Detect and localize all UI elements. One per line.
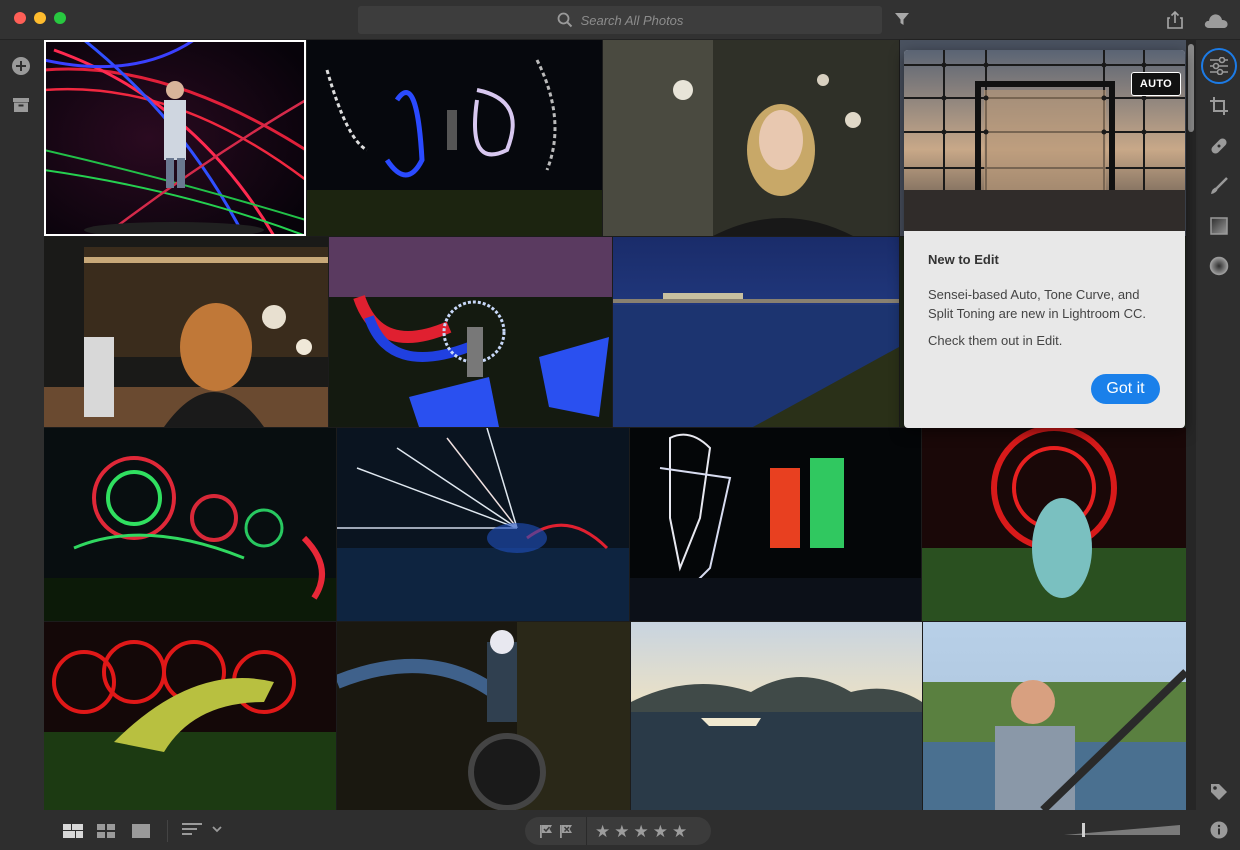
star-4-icon[interactable]: ★ <box>653 823 668 840</box>
keyword-tag-icon <box>1211 784 1227 800</box>
photo-thumbnail[interactable] <box>44 40 306 236</box>
share-icon[interactable] <box>1166 10 1184 35</box>
sort-icon <box>182 823 222 835</box>
photo-thumbnail[interactable] <box>603 40 899 236</box>
photo-thumbnail[interactable] <box>337 428 629 621</box>
cloud-sync-icon[interactable] <box>1203 11 1229 34</box>
left-rail <box>0 40 44 850</box>
scrollbar[interactable] <box>1186 40 1196 810</box>
photo-thumbnail[interactable] <box>307 40 602 236</box>
linear-gradient-tool-button[interactable] <box>1198 208 1240 244</box>
search-input[interactable]: Search All Photos <box>358 6 882 34</box>
filter-icon[interactable] <box>894 12 910 31</box>
flag-rating-control: ★ ★ ★ ★ ★ <box>525 817 711 845</box>
new-feature-popover: AUTO New to Edit Sensei-based Auto, Tone… <box>904 50 1185 428</box>
star-rating: ★ ★ ★ ★ ★ <box>587 823 687 840</box>
window-close-button[interactable] <box>14 12 26 24</box>
pick-flag-icon[interactable] <box>539 824 553 838</box>
popover-preview-image: AUTO <box>904 50 1185 231</box>
flag-section <box>525 817 587 845</box>
photo-thumbnail[interactable] <box>630 428 921 621</box>
linear-gradient-icon <box>1210 217 1228 235</box>
scrollbar-thumb[interactable] <box>1188 44 1194 132</box>
single-view-icon <box>132 824 150 838</box>
photo-thumbnail[interactable] <box>337 622 630 810</box>
sort-button[interactable] <box>182 823 224 842</box>
photo-thumbnail[interactable] <box>44 237 328 427</box>
popover-title: New to Edit <box>928 252 999 267</box>
crop-icon <box>1210 97 1228 115</box>
photo-thumbnail[interactable] <box>922 428 1186 621</box>
crop-tool-button[interactable] <box>1198 88 1240 124</box>
photo-thumbnail[interactable] <box>329 237 612 427</box>
star-2-icon[interactable]: ★ <box>614 823 629 840</box>
photo-thumbnail[interactable] <box>923 622 1186 810</box>
lightroom-window: Search All Photos AUTO New to Edit Sense… <box>0 0 1240 850</box>
right-tool-rail <box>1198 40 1240 850</box>
square-grid-icon <box>97 824 115 838</box>
archive-icon[interactable] <box>12 97 30 118</box>
title-bar: Search All Photos <box>0 0 1240 40</box>
popover-body-secondary: Check them out in Edit. <box>928 333 1063 348</box>
healing-tool-button[interactable] <box>1198 128 1240 164</box>
window-maximize-button[interactable] <box>54 12 66 24</box>
photo-thumbnail[interactable] <box>44 622 336 810</box>
toolbar-divider <box>167 820 168 842</box>
photo-thumbnail[interactable] <box>44 428 336 621</box>
star-1-icon[interactable]: ★ <box>595 823 610 840</box>
auto-badge: AUTO <box>1130 72 1181 96</box>
photo-thumbnail[interactable] <box>631 622 922 810</box>
reject-flag-icon[interactable] <box>559 824 573 838</box>
brush-tool-button[interactable] <box>1198 168 1240 204</box>
thumbnail-size-slider[interactable] <box>1064 823 1182 842</box>
search-placeholder: Search All Photos <box>580 12 684 28</box>
edit-tool-button[interactable] <box>1198 48 1240 84</box>
star-3-icon[interactable]: ★ <box>634 823 649 840</box>
info-tool-button[interactable] <box>1198 812 1240 848</box>
window-minimize-button[interactable] <box>34 12 46 24</box>
star-5-icon[interactable]: ★ <box>672 823 687 840</box>
photo-thumbnail[interactable] <box>613 237 899 427</box>
slider-handle <box>1082 823 1085 837</box>
healing-icon <box>1211 138 1227 154</box>
square-grid-view-button[interactable] <box>97 824 115 843</box>
radial-gradient-tool-button[interactable] <box>1198 248 1240 284</box>
photo-grid-icon <box>63 824 83 838</box>
radial-gradient-icon <box>1209 256 1229 276</box>
keyword-tool-button[interactable] <box>1198 774 1240 810</box>
edit-sliders-icon <box>1210 57 1228 75</box>
popover-body: Sensei-based Auto, Tone Curve, and Split… <box>928 287 1146 321</box>
info-icon <box>1210 821 1228 839</box>
bottom-toolbar: ★ ★ ★ ★ ★ <box>44 810 1198 850</box>
single-view-button[interactable] <box>132 824 150 843</box>
brush-icon <box>1211 177 1228 194</box>
search-icon <box>557 12 572 28</box>
photo-grid-view-button[interactable] <box>63 824 83 843</box>
got-it-button[interactable]: Got it <box>1091 374 1160 404</box>
add-photos-icon[interactable] <box>11 56 31 81</box>
